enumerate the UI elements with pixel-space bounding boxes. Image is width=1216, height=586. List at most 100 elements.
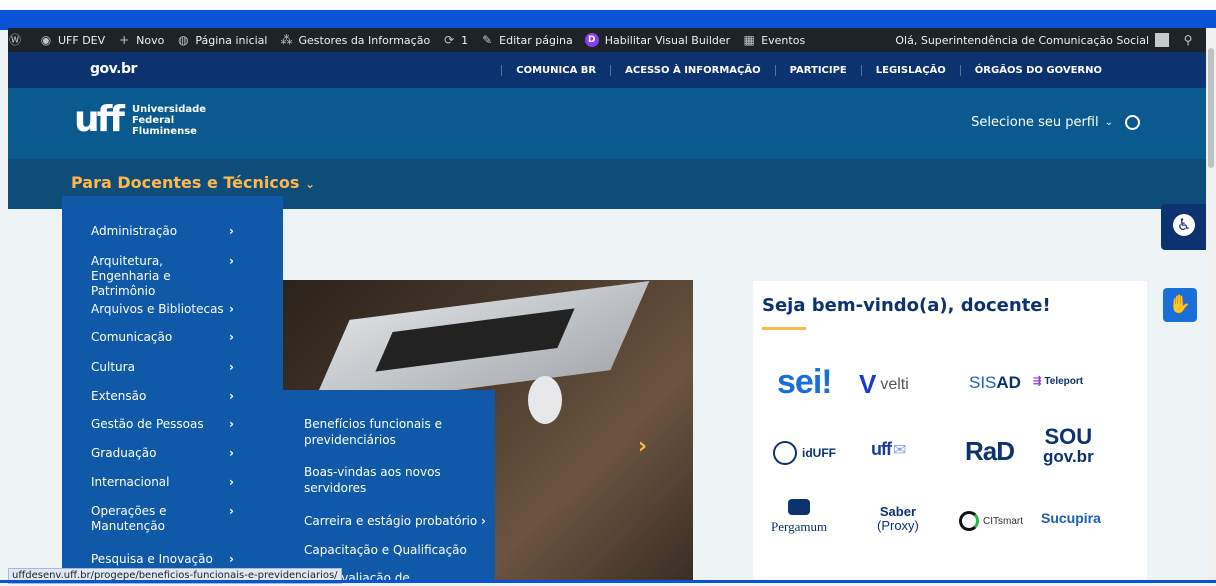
wp-events-label: Eventos [761, 33, 806, 47]
wp-gestores-item[interactable]: ⁂ Gestores da Informação [279, 33, 430, 47]
chevron-right-icon: › [229, 417, 234, 431]
velti-logo[interactable]: V velti [859, 369, 909, 400]
chevron-right-icon: › [229, 446, 234, 460]
sisad-part2: AD [996, 373, 1021, 392]
menu-item-pesquisa[interactable]: Pesquisa e Inovação › [91, 552, 241, 567]
search-icon: ⚲ [1183, 33, 1193, 47]
menu-item-gestao-pessoas[interactable]: Gestão de Pessoas › [91, 417, 241, 432]
velti-mark-icon: V [859, 369, 877, 399]
menu-item-label: Administração [91, 224, 178, 238]
menu-item-label: Arquitetura, Engenharia e Patrimônio [91, 254, 171, 298]
menu-item-arquitetura[interactable]: Arquitetura, Engenharia e Patrimônio › [91, 254, 234, 299]
accessibility-icon: ♿ [1173, 214, 1195, 236]
wp-home-item[interactable]: ◍ Página inicial [176, 33, 267, 47]
avatar [1155, 33, 1169, 47]
wp-edit-item[interactable]: ✎ Editar página [480, 33, 573, 47]
proxy-label: (Proxy) [877, 518, 919, 533]
menu-item-internacional[interactable]: Internacional › [91, 475, 241, 490]
chevron-right-icon: › [229, 552, 234, 566]
gov-link-acesso[interactable]: ACESSO À INFORMAÇÃO [610, 64, 774, 76]
sucupira-logo[interactable]: Sucupira [1041, 510, 1101, 526]
citsmart-logo[interactable]: CITsmart [959, 511, 1023, 531]
menu-item-arquivos[interactable]: Arquivos e Bibliotecas › [91, 302, 241, 317]
dashboard-icon: ◉ [40, 33, 52, 47]
pergamum-logo[interactable]: Pergamum [771, 499, 827, 535]
globe-icon: ◍ [178, 33, 189, 47]
wp-home-label: Página inicial [195, 33, 268, 47]
menu-item-comunicacao[interactable]: Comunicação › [91, 330, 241, 345]
wp-account-item[interactable]: Olá, Superintendência de Comunicação Soc… [895, 33, 1169, 47]
carousel-next-icon[interactable]: › [638, 434, 647, 459]
rad-logo[interactable]: RaD [965, 436, 1015, 467]
sou-label: SOU [1044, 424, 1093, 449]
submenu-item-beneficios[interactable]: Benefícios funcionais e previdenciários [304, 416, 490, 448]
sisad-part1: SIS [969, 373, 997, 392]
audience-dropdown-menu: Administração › Arquitetura, Engenharia e… [62, 196, 283, 580]
uff-logo[interactable]: uff Universidade Federal Fluminense [74, 100, 206, 140]
refresh-icon: ⟳ [444, 33, 455, 47]
velti-label: velti [880, 375, 909, 393]
chevron-right-icon: › [229, 504, 234, 518]
menu-item-graduacao[interactable]: Graduação › [91, 446, 241, 461]
wp-updates-count: 1 [461, 33, 469, 47]
menu-item-label: Pesquisa e Inovação [91, 552, 213, 566]
wp-greeting: Olá, Superintendência de Comunicação Soc… [895, 33, 1149, 47]
chevron-right-icon: › [229, 360, 234, 374]
chevron-right-icon: › [229, 475, 234, 489]
submenu-item-capacitacao[interactable]: Capacitação e Qualificação [304, 542, 490, 558]
wp-visual-builder-item[interactable]: D Habilitar Visual Builder [584, 33, 730, 47]
submenu-item-carreira[interactable]: Carreira e estágio probatório › [304, 513, 490, 529]
sou-govbr-logo[interactable]: SOU gov.br [1043, 424, 1094, 467]
sisad-logo[interactable]: SISAD [969, 373, 1021, 393]
wp-new-item[interactable]: + Novo [117, 33, 164, 47]
gov-links: COMUNICA BR ACESSO À INFORMAÇÃO PARTICIP… [501, 52, 1116, 88]
menu-item-operacoes[interactable]: Operações e Manutenção › [91, 504, 234, 534]
uff-name-line3: Fluminense [131, 125, 197, 137]
chevron-right-icon: › [229, 224, 234, 238]
teleport-logo[interactable]: ⇶ Teleport [1033, 376, 1083, 387]
gov-link-legislacao[interactable]: LEGISLAÇÃO [860, 64, 960, 76]
accessibility-button[interactable]: ♿ [1161, 204, 1207, 250]
menu-item-label: Operações e Manutenção [91, 504, 167, 533]
audience-menu-toggle[interactable]: Para Docentes e Técnicos ⌄ [71, 173, 315, 192]
uffmail-logo[interactable]: uff ✉ [871, 439, 906, 460]
gov-link-participe[interactable]: PARTICIPE [774, 64, 861, 76]
sign-language-button[interactable]: ✋ [1163, 288, 1197, 322]
audience-menu-label: Para Docentes e Técnicos [71, 173, 300, 192]
divi-icon: D [584, 33, 599, 47]
menu-item-administracao[interactable]: Administração › [91, 224, 241, 239]
wp-search-item[interactable]: ⚲ [1181, 33, 1200, 47]
title-underline [762, 327, 806, 330]
menu-item-cultura[interactable]: Cultura › [91, 360, 241, 375]
fingerprint-icon [773, 441, 797, 465]
welcome-title: Seja bem-vindo(a), docente! [762, 295, 1051, 316]
scrollbar-thumb[interactable] [1208, 48, 1214, 168]
govbr-label: gov.br [1043, 447, 1094, 466]
submenu-item-boas-vindas[interactable]: Boas-vindas aos novos servidores [304, 464, 490, 496]
gov-logo[interactable]: gov.br [90, 61, 137, 77]
saber-proxy-logo[interactable]: Saber (Proxy) [877, 505, 919, 533]
wp-updates-item[interactable]: ⟳ 1 [442, 33, 468, 47]
chevron-down-icon: ⌄ [304, 177, 316, 191]
hand-icon: ✋ [1168, 294, 1192, 315]
menu-item-extensao[interactable]: Extensão › [91, 389, 241, 404]
wp-logo-item[interactable]: Ⓦ [8, 33, 27, 47]
wp-edit-label: Editar página [499, 33, 573, 47]
scrollbar[interactable] [1206, 28, 1216, 583]
wp-site-item[interactable]: ◉ UFF DEV [39, 33, 105, 47]
menu-item-label: Graduação [91, 446, 157, 460]
gov-link-comunica[interactable]: COMUNICA BR [501, 64, 610, 76]
profile-selector[interactable]: Selecione seu perfil ⌄ [971, 115, 1140, 130]
search-icon[interactable] [1125, 115, 1140, 130]
profile-label: Selecione seu perfil [971, 115, 1099, 130]
wp-gestores-label: Gestores da Informação [298, 33, 431, 47]
gov-link-orgaos[interactable]: ÓRGÃOS DO GOVERNO [959, 64, 1116, 76]
plus-icon: + [119, 33, 130, 47]
wp-events-item[interactable]: ▦ Eventos [742, 33, 806, 47]
menu-item-label: Comunicação [91, 330, 173, 344]
uff-name-line2: Federal [131, 114, 175, 126]
iduff-logo[interactable]: idUFF [773, 441, 836, 465]
sei-logo[interactable]: sei! [777, 363, 833, 402]
pergamum-icon [788, 499, 811, 515]
welcome-panel: Seja bem-vindo(a), docente! sei! V velti… [753, 281, 1147, 581]
